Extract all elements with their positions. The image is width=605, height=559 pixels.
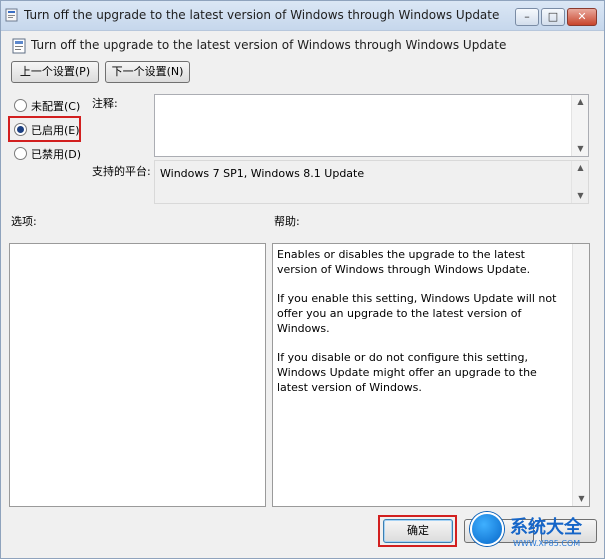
radio-enabled-label: 已启用(E)	[31, 124, 80, 137]
radio-not-configured[interactable]: 未配置(C)	[14, 98, 80, 114]
maximize-icon: □	[547, 10, 559, 23]
close-button[interactable]: ✕	[567, 8, 597, 26]
help-paragraph: Enables or disables the upgrade to the l…	[277, 248, 531, 276]
watermark-logo-icon	[470, 512, 504, 546]
policy-title: Turn off the upgrade to the latest versi…	[31, 38, 507, 52]
help-label: 帮助:	[274, 215, 300, 228]
options-panel	[9, 243, 266, 507]
policy-app-icon	[5, 8, 19, 22]
platform-label: 支持的平台:	[92, 165, 151, 178]
help-paragraph: If you enable this setting, Windows Upda…	[277, 292, 557, 335]
radio-disabled[interactable]: 已禁用(D)	[14, 146, 81, 162]
help-panel: Enables or disables the upgrade to the l…	[272, 243, 590, 507]
platform-scrollbar[interactable]: ▲ ▼	[571, 161, 588, 203]
help-text: Enables or disables the upgrade to the l…	[277, 247, 567, 409]
window-title: Turn off the upgrade to the latest versi…	[24, 8, 500, 22]
minimize-icon: –	[524, 10, 530, 23]
platform-value: Windows 7 SP1, Windows 8.1 Update	[160, 167, 365, 180]
scroll-down-icon[interactable]: ▼	[572, 142, 589, 156]
radio-circle-checked[interactable]	[14, 123, 27, 136]
scroll-up-icon[interactable]: ▲	[572, 161, 589, 175]
comment-scrollbar[interactable]: ▲ ▼	[571, 95, 588, 156]
previous-setting-button[interactable]: 上一个设置(P)	[11, 61, 99, 83]
radio-circle[interactable]	[14, 147, 27, 160]
radio-enabled[interactable]: 已启用(E)	[14, 122, 80, 138]
next-setting-button[interactable]: 下一个设置(N)	[105, 61, 190, 83]
ok-button[interactable]: 确定	[383, 519, 453, 543]
scroll-down-icon[interactable]: ▼	[573, 492, 590, 506]
radio-not-configured-label: 未配置(C)	[31, 100, 81, 113]
comment-textarea[interactable]	[154, 94, 589, 157]
watermark-subtitle: WWW.XP85.COM	[513, 539, 581, 548]
maximize-button[interactable]: □	[541, 8, 565, 26]
platform-box: Windows 7 SP1, Windows 8.1 Update	[154, 160, 589, 204]
help-scrollbar[interactable]: ▼	[572, 244, 589, 506]
comment-label: 注释:	[92, 97, 118, 110]
help-paragraph: If you disable or do not configure this …	[277, 351, 537, 394]
policy-setting-icon	[12, 38, 26, 54]
close-icon: ✕	[577, 10, 587, 23]
watermark-title: 系统大全	[510, 517, 582, 538]
minimize-button[interactable]: –	[515, 8, 539, 26]
scroll-up-icon[interactable]: ▲	[572, 95, 589, 109]
options-label: 选项:	[11, 215, 37, 228]
scroll-down-icon[interactable]: ▼	[572, 189, 589, 203]
radio-circle[interactable]	[14, 99, 27, 112]
radio-disabled-label: 已禁用(D)	[31, 148, 82, 161]
